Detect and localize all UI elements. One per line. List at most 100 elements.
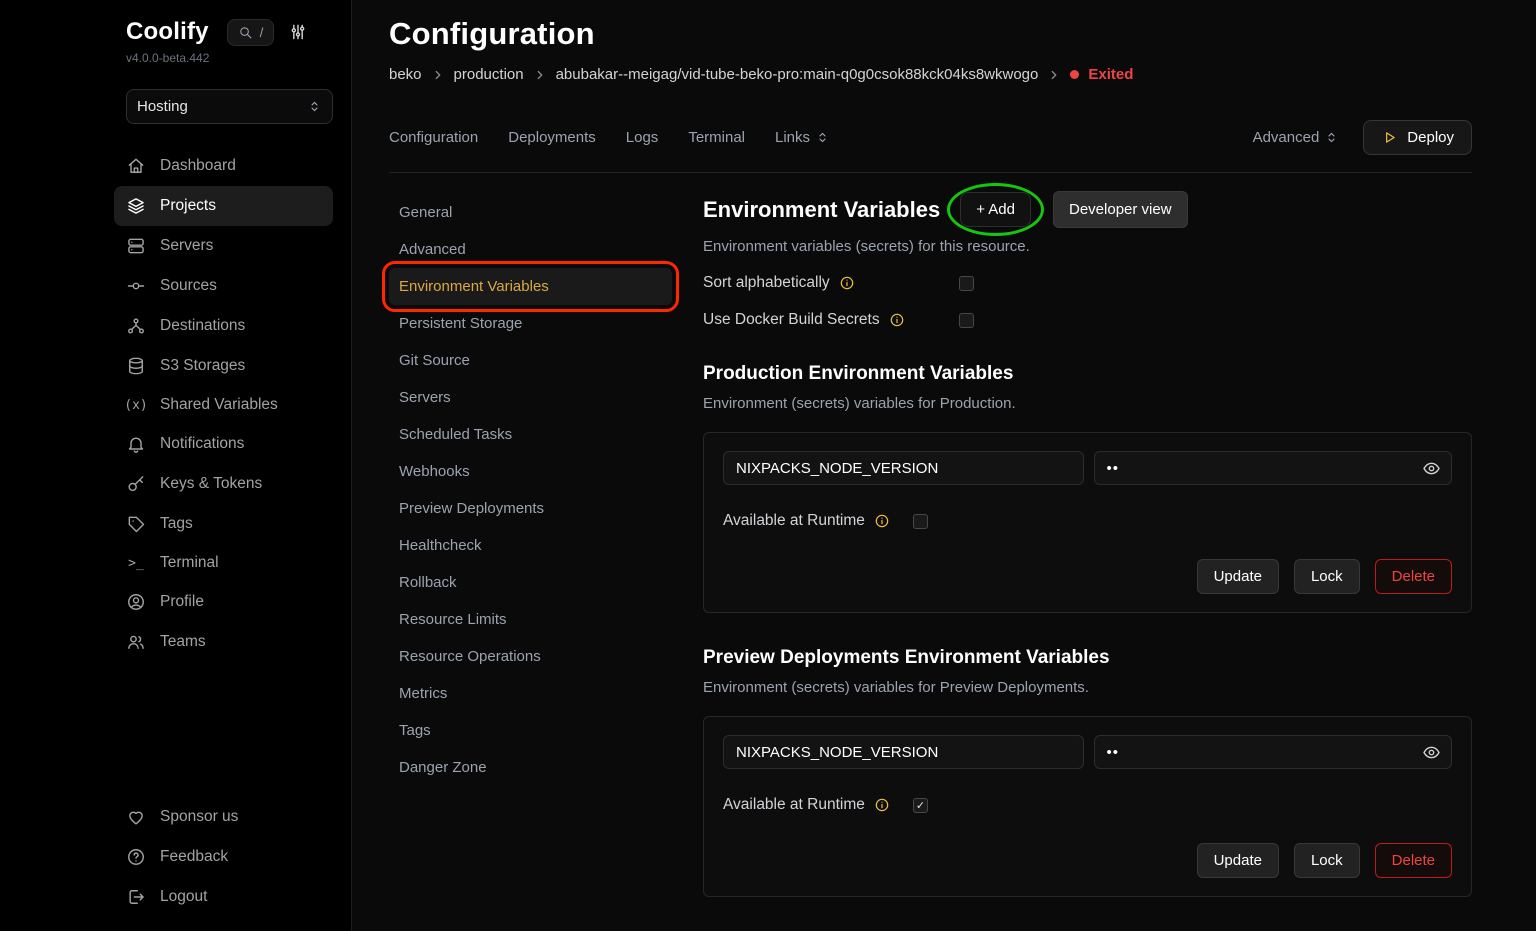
deploy-button[interactable]: Deploy [1363,120,1472,155]
info-icon[interactable] [889,312,905,328]
env-value-input[interactable] [1107,460,1423,477]
tab-terminal[interactable]: Terminal [688,129,745,146]
subnav-item-preview-deployments[interactable]: Preview Deployments [389,490,672,527]
sidebar-item-projects[interactable]: Projects [114,186,333,226]
lock-button[interactable]: Lock [1294,843,1360,878]
delete-button[interactable]: Delete [1375,843,1452,878]
tabs-right-actions: Advanced Deploy [1253,120,1472,155]
sidebar-item-label: Terminal [160,554,219,572]
subnav-item-scheduled-tasks[interactable]: Scheduled Tasks [389,416,672,453]
sidebar-item-notifications[interactable]: Notifications [114,424,333,464]
docker-build-secrets-row: Use Docker Build Secrets [703,311,1472,329]
sidebar-item-tags[interactable]: Tags [114,504,333,544]
sort-alphabetically-checkbox[interactable] [959,276,974,291]
tab-logs[interactable]: Logs [626,129,659,146]
env-vars-title: Environment Variables [703,197,940,223]
sidebar-item-label: Feedback [160,848,228,866]
tab-deployments[interactable]: Deployments [508,129,596,146]
subnav-item-environment-variables[interactable]: Environment Variables [389,268,672,305]
info-icon[interactable] [839,275,855,291]
subnav-item-git-source[interactable]: Git Source [389,342,672,379]
sidebar-item-label: Logout [160,888,207,906]
subnav-item-advanced[interactable]: Advanced [389,231,672,268]
sidebar-item-profile[interactable]: Profile [114,582,333,622]
sort-alphabetically-row: Sort alphabetically [703,274,1472,292]
subnav-item-metrics[interactable]: Metrics [389,675,672,712]
subnav-item-resource-limits[interactable]: Resource Limits [389,601,672,638]
network-icon [126,316,146,336]
available-at-runtime-checkbox[interactable] [913,514,928,529]
developer-view-button[interactable]: Developer view [1053,191,1188,228]
help-icon [126,847,146,867]
search-shortcut: / [260,25,264,40]
sidebar-item-sponsor[interactable]: Sponsor us [114,797,333,837]
sidebar-item-label: Sources [160,277,217,295]
subnav-item-webhooks[interactable]: Webhooks [389,453,672,490]
sort-alphabetically-label: Sort alphabetically [703,274,959,292]
coolify-logo[interactable]: Coolify [126,18,209,46]
env-vars-subtitle: Environment variables (secrets) for this… [703,238,1472,255]
subnav-item-healthcheck[interactable]: Healthcheck [389,527,672,564]
sidebar-item-dashboard[interactable]: Dashboard [114,146,333,186]
adjustments-icon[interactable] [288,22,308,42]
sidebar: Coolify / v4.0.0-beta.442 Hosting [0,0,352,931]
sidebar-item-logout[interactable]: Logout [114,877,333,917]
chevron-right-icon [533,68,547,82]
preview-env-subtitle: Environment (secrets) variables for Prev… [703,679,1472,696]
breadcrumb-environment[interactable]: production [454,66,524,83]
advanced-select[interactable]: Advanced [1253,129,1340,146]
sidebar-item-destinations[interactable]: Destinations [114,306,333,346]
lock-button[interactable]: Lock [1294,559,1360,594]
delete-button[interactable]: Delete [1375,559,1452,594]
subnav-item-resource-operations[interactable]: Resource Operations [389,638,672,675]
sidebar-item-servers[interactable]: Servers [114,226,333,266]
search-button[interactable]: / [227,19,275,46]
info-icon[interactable] [874,513,890,529]
update-button[interactable]: Update [1197,843,1279,878]
add-env-var-button[interactable]: + Add [960,192,1031,227]
play-icon [1381,129,1398,146]
team-select[interactable]: Hosting [126,89,333,124]
env-vars-panel: Environment Variables + Add Developer vi… [703,173,1472,931]
env-key-input[interactable] [723,451,1084,485]
subnav-item-danger-zone[interactable]: Danger Zone [389,749,672,786]
check-icon: ✓ [916,799,925,812]
logout-icon [126,887,146,907]
subnav-item-tags[interactable]: Tags [389,712,672,749]
key-icon [126,474,146,494]
subnav-item-general[interactable]: General [389,194,672,231]
chevron-right-icon [431,68,445,82]
sidebar-item-keys-tokens[interactable]: Keys & Tokens [114,464,333,504]
sidebar-header: Coolify / v4.0.0-beta.442 [126,18,333,65]
sidebar-item-terminal[interactable]: >_ Terminal [114,544,333,582]
subnav-item-servers[interactable]: Servers [389,379,672,416]
update-button[interactable]: Update [1197,559,1279,594]
sidebar-item-feedback[interactable]: Feedback [114,837,333,877]
tabs-row: Configuration Deployments Logs Terminal … [389,120,1472,155]
config-subnav: General Advanced Environment Variables P… [389,173,672,931]
sidebar-item-teams[interactable]: Teams [114,622,333,662]
env-key-input[interactable] [723,735,1084,769]
env-value-input[interactable] [1107,744,1423,761]
chevron-updown-icon [307,99,322,114]
available-at-runtime-checkbox[interactable]: ✓ [913,798,928,813]
heart-icon [126,807,146,827]
sidebar-item-shared-variables[interactable]: (x) Shared Variables [114,386,333,424]
breadcrumb-resource[interactable]: abubakar--meigag/vid-tube-beko-pro:main-… [556,66,1039,83]
sidebar-item-sources[interactable]: Sources [114,266,333,306]
sidebar-item-s3-storages[interactable]: S3 Storages [114,346,333,386]
info-icon[interactable] [874,797,890,813]
breadcrumb-project[interactable]: beko [389,66,422,83]
eye-icon[interactable] [1422,743,1441,762]
docker-build-secrets-checkbox[interactable] [959,313,974,328]
eye-icon[interactable] [1422,459,1441,478]
subnav-item-persistent-storage[interactable]: Persistent Storage [389,305,672,342]
subnav-item-rollback[interactable]: Rollback [389,564,672,601]
app-version: v4.0.0-beta.442 [126,51,333,65]
sidebar-item-label: S3 Storages [160,357,245,375]
tab-configuration[interactable]: Configuration [389,129,478,146]
env-var-card-production: Available at Runtime Update Lock Delete [703,432,1472,613]
bell-icon [126,434,146,454]
tab-links[interactable]: Links [775,129,830,146]
variable-icon: (x) [126,398,146,413]
